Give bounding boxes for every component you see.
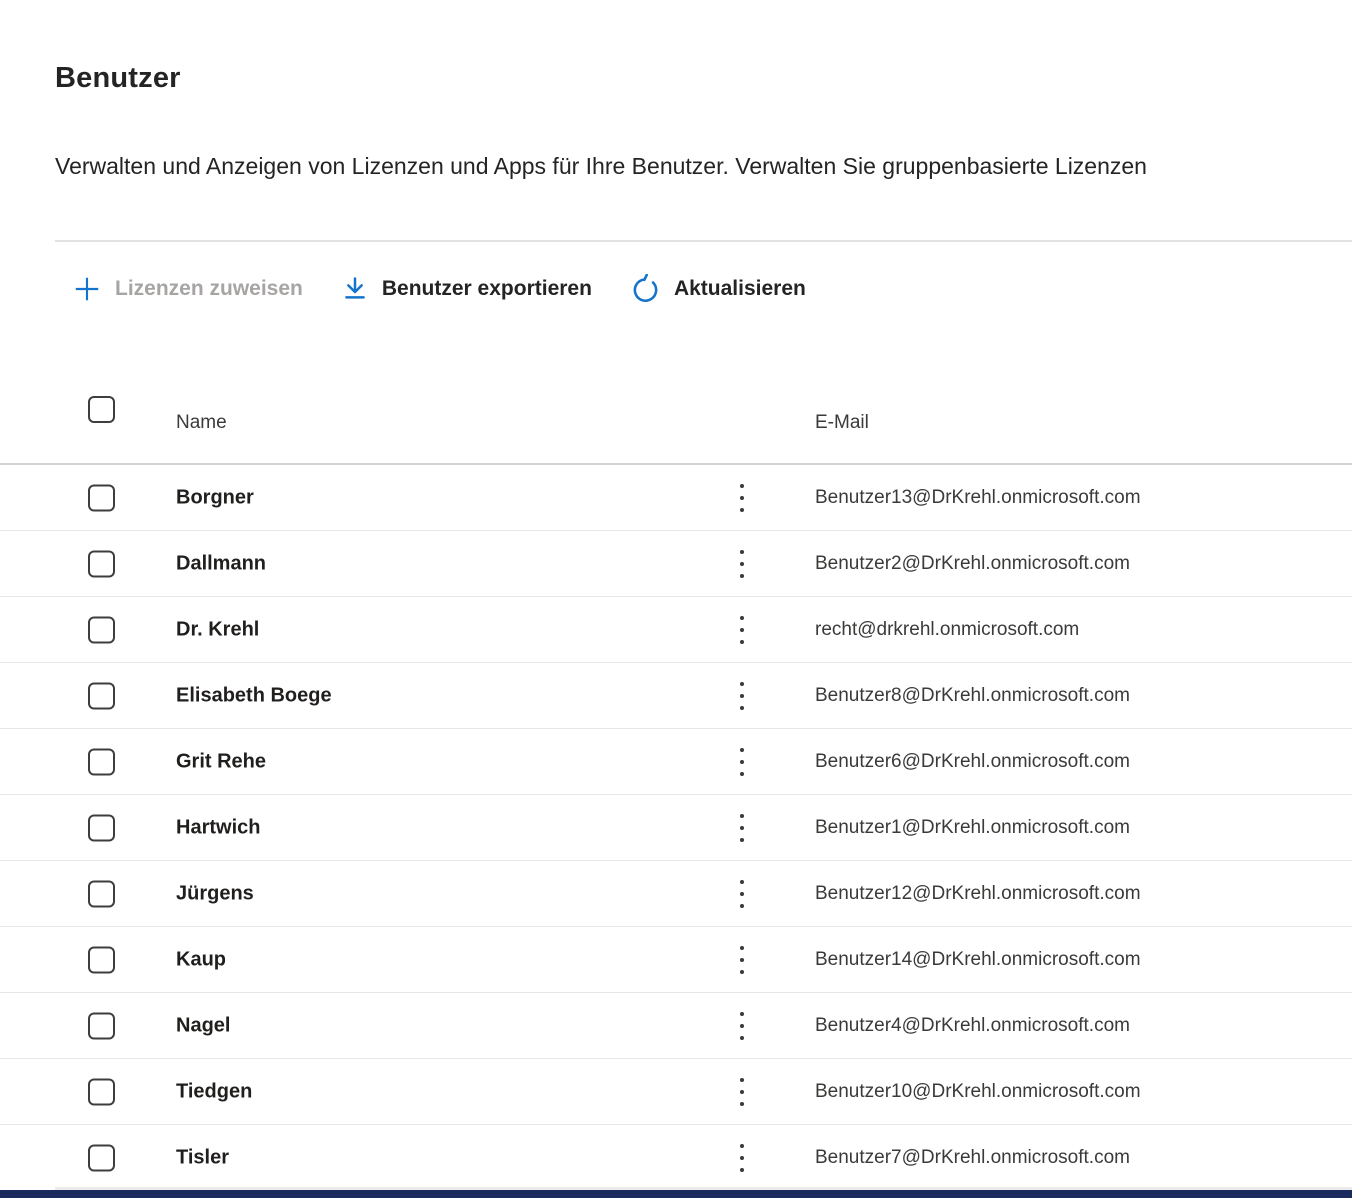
user-name: Tisler (176, 1146, 229, 1169)
table-row[interactable]: Dr. Krehl recht@drkrehl.onmicrosoft.com (0, 597, 1352, 663)
export-users-label: Benutzer exportieren (382, 277, 592, 301)
user-name: Kaup (176, 948, 226, 971)
table-row[interactable]: Dallmann Benutzer2@DrKrehl.onmicrosoft.c… (0, 531, 1352, 597)
more-actions-icon[interactable] (734, 941, 750, 979)
toolbar-divider (55, 240, 1352, 242)
row-checkbox[interactable] (88, 484, 115, 511)
user-name: Borgner (176, 486, 254, 509)
export-users-button[interactable]: Benutzer exportieren (339, 275, 594, 303)
more-actions-icon[interactable] (734, 1007, 750, 1045)
more-actions-icon[interactable] (734, 809, 750, 847)
table-row[interactable]: Kaup Benutzer14@DrKrehl.onmicrosoft.com (0, 927, 1352, 993)
name-column-header[interactable]: Name (176, 412, 227, 434)
row-checkbox[interactable] (88, 1012, 115, 1039)
page-subtitle: Verwalten und Anzeigen von Lizenzen und … (55, 153, 1147, 180)
row-checkbox[interactable] (88, 682, 115, 709)
more-actions-icon[interactable] (734, 479, 750, 517)
user-name: Elisabeth Boege (176, 684, 332, 707)
more-actions-icon[interactable] (734, 1073, 750, 1111)
user-email: Benutzer10@DrKrehl.onmicrosoft.com (815, 1081, 1141, 1103)
user-name: Dr. Krehl (176, 618, 259, 641)
user-email: recht@drkrehl.onmicrosoft.com (815, 619, 1079, 641)
more-actions-icon[interactable] (734, 611, 750, 649)
row-checkbox[interactable] (88, 946, 115, 973)
download-icon (341, 275, 369, 303)
row-checkbox[interactable] (88, 814, 115, 841)
row-checkbox[interactable] (88, 550, 115, 577)
user-email: Benutzer13@DrKrehl.onmicrosoft.com (815, 487, 1141, 509)
user-table-body: Borgner Benutzer13@DrKrehl.onmicrosoft.c… (0, 465, 1352, 1191)
select-all-checkbox[interactable] (88, 396, 115, 423)
refresh-label: Aktualisieren (674, 277, 806, 301)
assign-licenses-button[interactable]: Lizenzen zuweisen (70, 274, 305, 304)
row-checkbox[interactable] (88, 1144, 115, 1171)
user-name: Tiedgen (176, 1080, 252, 1103)
user-email: Benutzer2@DrKrehl.onmicrosoft.com (815, 553, 1130, 575)
row-checkbox[interactable] (88, 1078, 115, 1105)
email-column-header[interactable]: E-Mail (815, 412, 869, 434)
refresh-icon (630, 274, 661, 305)
row-checkbox[interactable] (88, 616, 115, 643)
user-name: Jürgens (176, 882, 254, 905)
more-actions-icon[interactable] (734, 545, 750, 583)
table-header: Name E-Mail (0, 385, 1352, 465)
user-email: Benutzer4@DrKrehl.onmicrosoft.com (815, 1015, 1130, 1037)
user-email: Benutzer14@DrKrehl.onmicrosoft.com (815, 949, 1141, 971)
bottom-bar (0, 1190, 1352, 1198)
row-checkbox[interactable] (88, 880, 115, 907)
table-row[interactable]: Grit Rehe Benutzer6@DrKrehl.onmicrosoft.… (0, 729, 1352, 795)
table-row[interactable]: Nagel Benutzer4@DrKrehl.onmicrosoft.com (0, 993, 1352, 1059)
row-checkbox[interactable] (88, 748, 115, 775)
more-actions-icon[interactable] (734, 677, 750, 715)
table-row[interactable]: Tiedgen Benutzer10@DrKrehl.onmicrosoft.c… (0, 1059, 1352, 1125)
user-name: Nagel (176, 1014, 230, 1037)
user-email: Benutzer12@DrKrehl.onmicrosoft.com (815, 883, 1141, 905)
user-email: Benutzer6@DrKrehl.onmicrosoft.com (815, 751, 1130, 773)
more-actions-icon[interactable] (734, 743, 750, 781)
table-row[interactable]: Tisler Benutzer7@DrKrehl.onmicrosoft.com (0, 1125, 1352, 1191)
more-actions-icon[interactable] (734, 1139, 750, 1177)
assign-licenses-label: Lizenzen zuweisen (115, 277, 303, 301)
page-title: Benutzer (55, 62, 181, 95)
table-row[interactable]: Hartwich Benutzer1@DrKrehl.onmicrosoft.c… (0, 795, 1352, 861)
table-row[interactable]: Jürgens Benutzer12@DrKrehl.onmicrosoft.c… (0, 861, 1352, 927)
user-name: Dallmann (176, 552, 266, 575)
table-row[interactable]: Elisabeth Boege Benutzer8@DrKrehl.onmicr… (0, 663, 1352, 729)
user-name: Hartwich (176, 816, 260, 839)
refresh-button[interactable]: Aktualisieren (628, 274, 808, 305)
user-email: Benutzer7@DrKrehl.onmicrosoft.com (815, 1147, 1130, 1169)
user-name: Grit Rehe (176, 750, 266, 773)
table-row[interactable]: Borgner Benutzer13@DrKrehl.onmicrosoft.c… (0, 465, 1352, 531)
command-bar: Lizenzen zuweisen Benutzer exportieren A… (70, 262, 808, 316)
user-email: Benutzer1@DrKrehl.onmicrosoft.com (815, 817, 1130, 839)
plus-icon (72, 274, 102, 304)
more-actions-icon[interactable] (734, 875, 750, 913)
users-license-page: Benutzer Verwalten und Anzeigen von Lize… (0, 0, 1352, 1198)
user-email: Benutzer8@DrKrehl.onmicrosoft.com (815, 685, 1130, 707)
